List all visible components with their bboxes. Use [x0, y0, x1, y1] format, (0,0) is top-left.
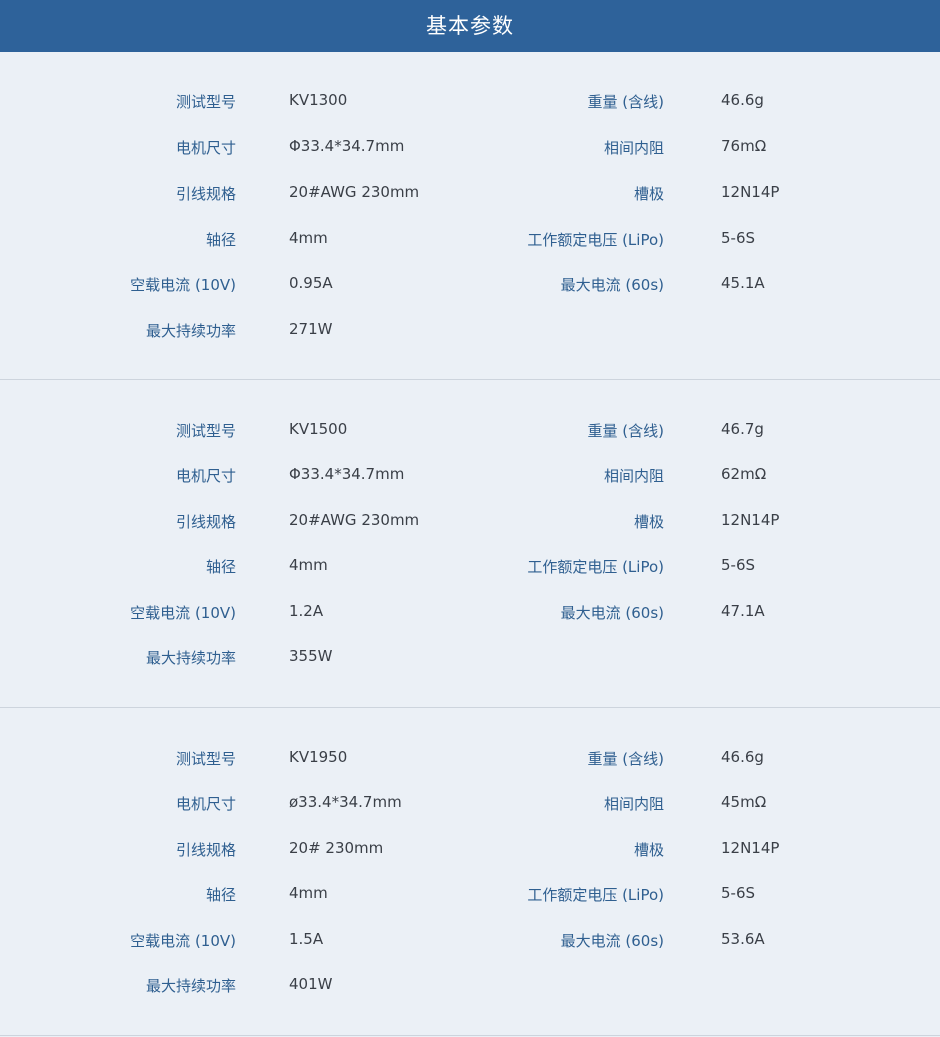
label-slots: 槽极 [633, 841, 664, 859]
spec-row: 轴径 4mm 工作额定电压 (LiPo) 5-6S [0, 228, 940, 252]
value-size: ø33.4*34.7mm [289, 793, 402, 811]
label-voltage: 工作额定电压 (LiPo) [527, 231, 664, 249]
value-resistance: 62mΩ [721, 465, 767, 483]
label-noload-current: 空载电流 (10V) [130, 276, 236, 294]
spec-row: 最大持续功率 401W [0, 974, 940, 998]
spec-row: 最大持续功率 271W [0, 319, 940, 343]
value-shaft: 4mm [289, 229, 328, 247]
value-voltage: 5-6S [721, 556, 756, 574]
label-shaft: 轴径 [205, 558, 236, 576]
spec-section-kv1500: 测试型号 KV1500 重量 (含线) 46.7g 电机尺寸 Φ33.4*34.… [0, 380, 940, 708]
label-max-current: 最大电流 (60s) [560, 932, 664, 950]
value-model: KV1300 [289, 91, 348, 109]
value-slots: 12N14P [721, 511, 780, 529]
label-weight: 重量 (含线) [587, 422, 664, 440]
label-resistance: 相间内阻 [603, 139, 664, 157]
label-max-current: 最大电流 (60s) [560, 276, 664, 294]
value-noload-current: 1.5A [289, 930, 324, 948]
value-max-current: 45.1A [721, 274, 765, 292]
spec-row: 引线规格 20# 230mm 槽极 12N14P [0, 838, 940, 862]
value-weight: 46.6g [721, 748, 764, 766]
value-shaft: 4mm [289, 884, 328, 902]
spec-row: 测试型号 KV1950 重量 (含线) 46.6g [0, 747, 940, 771]
label-slots: 槽极 [633, 185, 664, 203]
spec-section-kv1300: 测试型号 KV1300 重量 (含线) 46.6g 电机尺寸 Φ33.4*34.… [0, 52, 940, 380]
value-slots: 12N14P [721, 839, 780, 857]
value-max-current: 47.1A [721, 602, 765, 620]
label-model: 测试型号 [175, 422, 236, 440]
spec-row: 空载电流 (10V) 0.95A 最大电流 (60s) 45.1A [0, 273, 940, 297]
label-size: 电机尺寸 [175, 467, 236, 485]
spec-row: 最大持续功率 355W [0, 646, 940, 670]
value-lead: 20#AWG 230mm [289, 183, 420, 201]
value-weight: 46.7g [721, 420, 764, 438]
label-weight: 重量 (含线) [587, 93, 664, 111]
spec-row: 空载电流 (10V) 1.2A 最大电流 (60s) 47.1A [0, 601, 940, 625]
spec-row: 电机尺寸 Φ33.4*34.7mm 相间内阻 76mΩ [0, 136, 940, 160]
spec-row: 电机尺寸 ø33.4*34.7mm 相间内阻 45mΩ [0, 792, 940, 816]
spec-row: 引线规格 20#AWG 230mm 槽极 12N14P [0, 182, 940, 206]
label-weight: 重量 (含线) [587, 750, 664, 768]
value-resistance: 76mΩ [721, 137, 767, 155]
label-max-current: 最大电流 (60s) [560, 604, 664, 622]
value-power: 401W [289, 975, 333, 993]
value-resistance: 45mΩ [721, 793, 767, 811]
label-model: 测试型号 [175, 93, 236, 111]
label-size: 电机尺寸 [175, 795, 236, 813]
value-size: Φ33.4*34.7mm [289, 465, 405, 483]
spec-row: 轴径 4mm 工作额定电压 (LiPo) 5-6S [0, 883, 940, 907]
spec-section-kv1950: 测试型号 KV1950 重量 (含线) 46.6g 电机尺寸 ø33.4*34.… [0, 708, 940, 1036]
label-lead: 引线规格 [175, 185, 236, 203]
label-lead: 引线规格 [175, 513, 236, 531]
label-lead: 引线规格 [175, 841, 236, 859]
value-size: Φ33.4*34.7mm [289, 137, 405, 155]
label-voltage: 工作额定电压 (LiPo) [527, 886, 664, 904]
value-voltage: 5-6S [721, 884, 756, 902]
label-shaft: 轴径 [205, 231, 236, 249]
label-power: 最大持续功率 [145, 977, 236, 995]
label-shaft: 轴径 [205, 886, 236, 904]
label-noload-current: 空载电流 (10V) [130, 932, 236, 950]
value-power: 271W [289, 320, 333, 338]
value-weight: 46.6g [721, 91, 764, 109]
value-model: KV1500 [289, 420, 348, 438]
label-resistance: 相间内阻 [603, 795, 664, 813]
spec-row: 空载电流 (10V) 1.5A 最大电流 (60s) 53.6A [0, 929, 940, 953]
value-shaft: 4mm [289, 556, 328, 574]
value-max-current: 53.6A [721, 930, 765, 948]
spec-row: 轴径 4mm 工作额定电压 (LiPo) 5-6S [0, 555, 940, 579]
value-model: KV1950 [289, 748, 348, 766]
label-noload-current: 空载电流 (10V) [130, 604, 236, 622]
label-power: 最大持续功率 [145, 649, 236, 667]
value-lead: 20#AWG 230mm [289, 511, 420, 529]
value-power: 355W [289, 647, 333, 665]
label-voltage: 工作额定电压 (LiPo) [527, 558, 664, 576]
value-noload-current: 1.2A [289, 602, 324, 620]
spec-row: 测试型号 KV1500 重量 (含线) 46.7g [0, 419, 940, 443]
spec-row: 测试型号 KV1300 重量 (含线) 46.6g [0, 90, 940, 114]
spec-row: 电机尺寸 Φ33.4*34.7mm 相间内阻 62mΩ [0, 464, 940, 488]
value-voltage: 5-6S [721, 229, 756, 247]
value-lead: 20# 230mm [289, 839, 384, 857]
value-noload-current: 0.95A [289, 274, 333, 292]
spec-row: 引线规格 20#AWG 230mm 槽极 12N14P [0, 510, 940, 534]
page-title: 基本参数 [0, 0, 940, 52]
value-slots: 12N14P [721, 183, 780, 201]
label-resistance: 相间内阻 [603, 467, 664, 485]
label-size: 电机尺寸 [175, 139, 236, 157]
label-power: 最大持续功率 [145, 322, 236, 340]
label-slots: 槽极 [633, 513, 664, 531]
label-model: 测试型号 [175, 750, 236, 768]
